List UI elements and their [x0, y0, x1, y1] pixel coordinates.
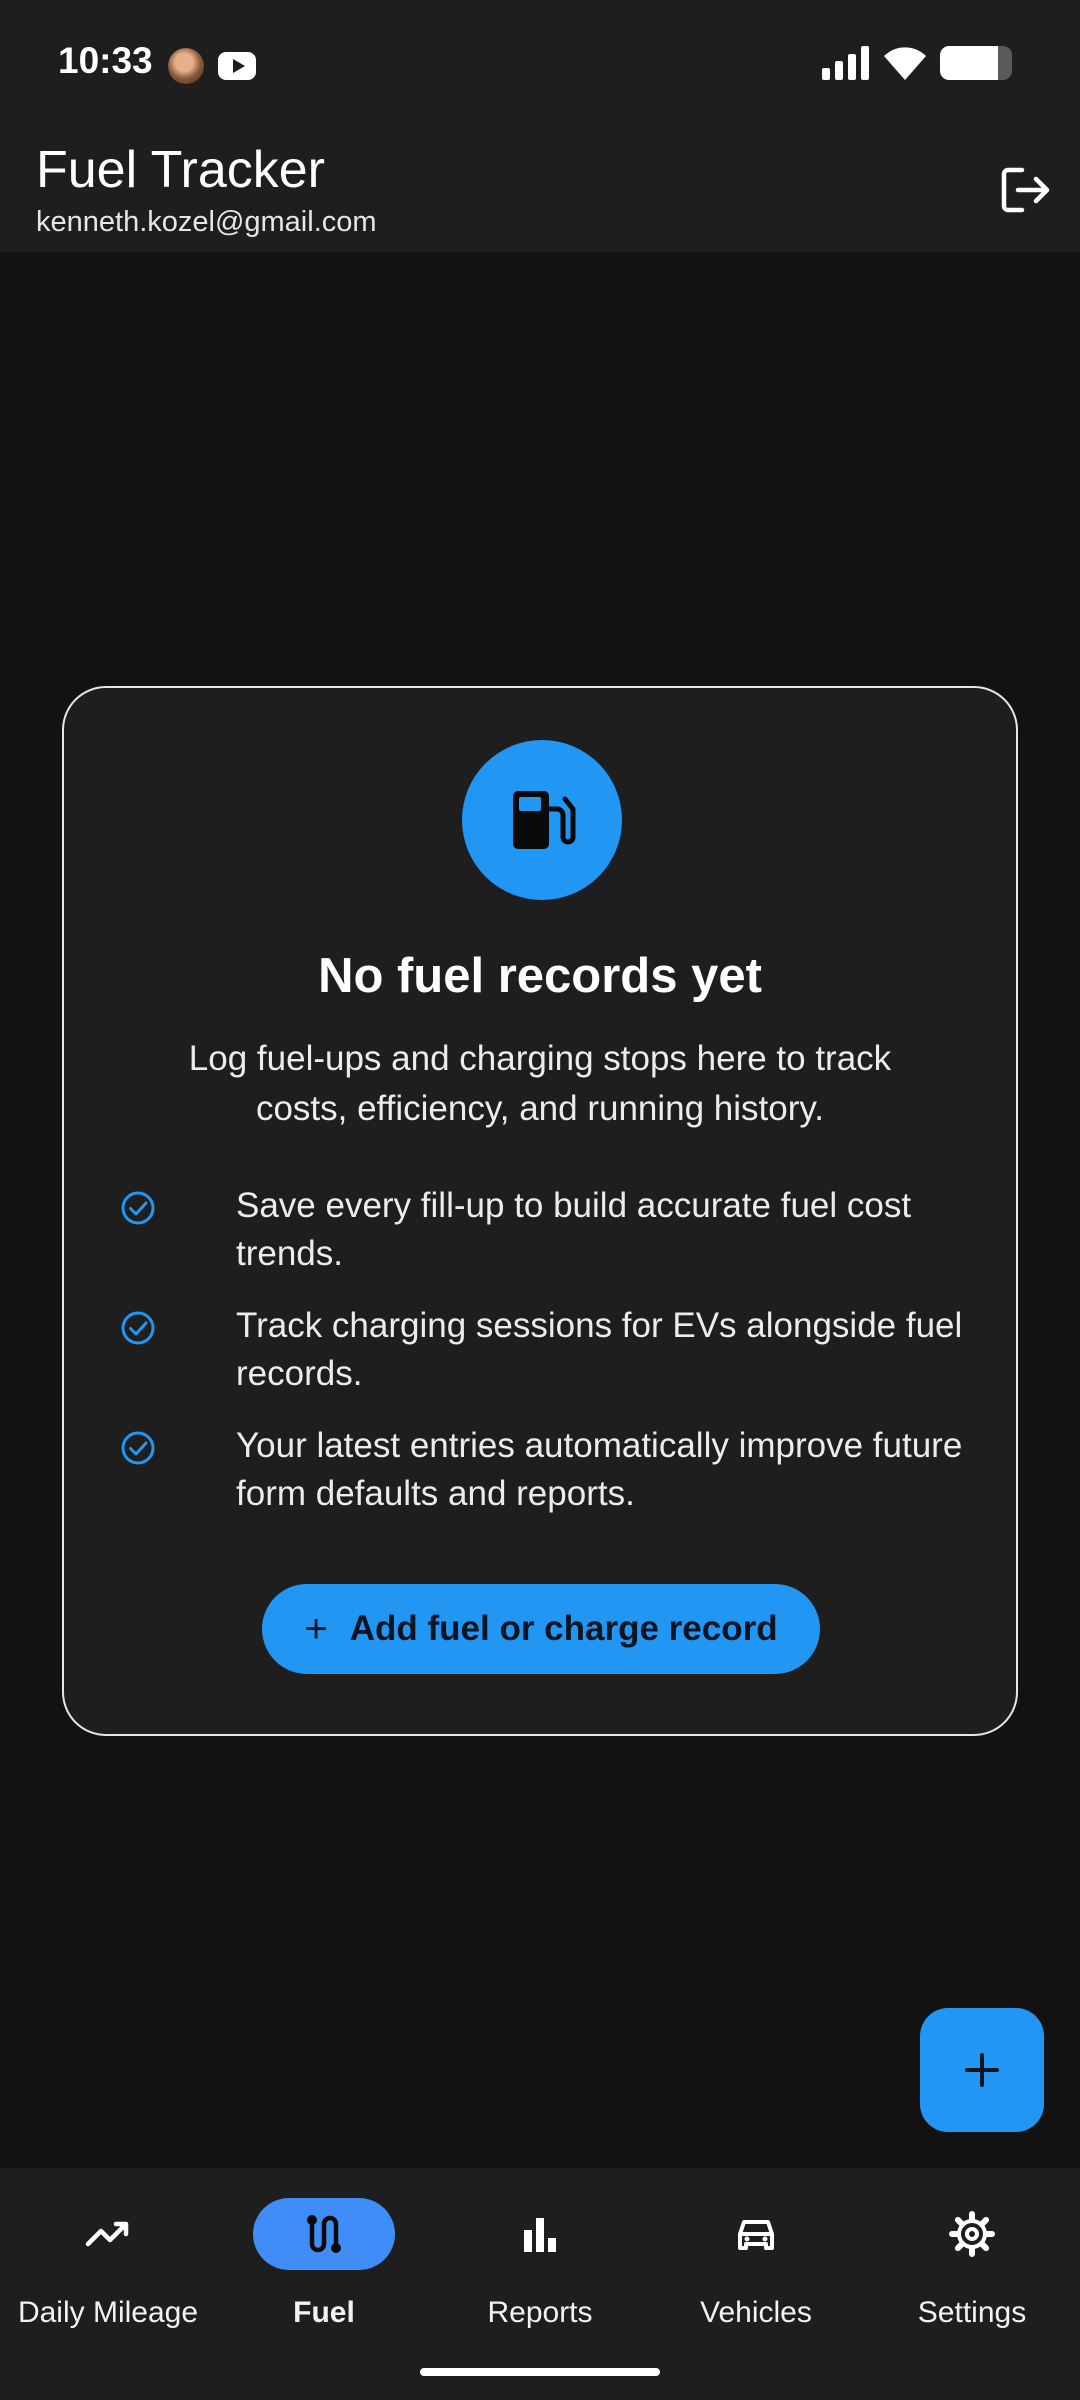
empty-state-description: Log fuel-ups and charging stops here to …	[188, 1039, 892, 1128]
add-record-fab[interactable]	[920, 2008, 1044, 2132]
benefit-item: Track charging sessions for EVs alongsid…	[120, 1302, 970, 1402]
benefit-item: Save every fill-up to build accurate fue…	[120, 1182, 970, 1282]
nav-label: Reports	[487, 2296, 593, 2329]
nav-icon-container	[37, 2198, 179, 2270]
check-circle-icon	[121, 1311, 155, 1345]
screen: 10:33 Fuel Tracker kenneth.kozel@gmail.c…	[0, 0, 1080, 2400]
benefit-item: Your latest entries automatically improv…	[120, 1422, 970, 1522]
status-bar: 10:33	[0, 0, 1080, 130]
benefit-text: Your latest entries automatically improv…	[236, 1426, 963, 1513]
nav-label: Vehicles	[700, 2296, 812, 2329]
nav-icon-container	[685, 2198, 827, 2270]
youtube-notification-icon	[218, 52, 256, 80]
battery-fill	[940, 46, 998, 80]
check-circle-icon	[121, 1431, 155, 1465]
logout-icon[interactable]	[994, 158, 1058, 222]
app-bar: Fuel Tracker kenneth.kozel@gmail.com	[0, 130, 1080, 252]
gear-icon	[949, 2211, 995, 2257]
add-fuel-record-label: Add fuel or charge record	[349, 1609, 778, 1648]
app-title: Fuel Tracker	[36, 141, 325, 199]
empty-state-card: No fuel records yet Log fuel-ups and cha…	[62, 686, 1018, 1736]
bar-chart-icon	[524, 2218, 556, 2252]
nav-icon-container	[901, 2198, 1043, 2270]
benefit-text: Track charging sessions for EVs alongsid…	[236, 1306, 963, 1393]
fuel-icon-badge	[462, 740, 622, 900]
nav-icon-container	[253, 2198, 395, 2270]
battery-icon	[940, 46, 1012, 80]
bottom-navigation: Daily Mileage Fuel Reports Vehicles Sett…	[0, 2168, 1080, 2400]
battery-tip	[1006, 54, 1012, 72]
nav-label: Daily Mileage	[17, 2296, 199, 2329]
benefit-text: Save every fill-up to build accurate fue…	[236, 1186, 912, 1273]
add-fuel-record-button[interactable]: + Add fuel or charge record	[262, 1584, 820, 1674]
empty-state-title: No fuel records yet	[318, 949, 762, 1003]
nav-item-vehicles[interactable]: Vehicles	[648, 2168, 864, 2368]
plus-icon	[965, 2053, 999, 2087]
status-time: 10:33	[58, 40, 153, 81]
home-indicator[interactable]	[420, 2368, 660, 2376]
fuel-pump-icon	[513, 791, 576, 849]
nav-label: Settings	[917, 2296, 1027, 2329]
nav-label: Fuel	[293, 2296, 355, 2329]
check-circle-icon	[121, 1191, 155, 1225]
nav-item-fuel[interactable]: Fuel	[216, 2168, 432, 2368]
nav-icon-container	[469, 2198, 611, 2270]
nav-item-daily-mileage[interactable]: Daily Mileage	[0, 2168, 216, 2368]
cell-signal-icon	[822, 46, 870, 80]
nav-item-settings[interactable]: Settings	[864, 2168, 1080, 2368]
car-icon	[738, 2220, 774, 2250]
account-email: kenneth.kozel@gmail.com	[36, 206, 377, 238]
plus-icon: +	[304, 1607, 328, 1651]
wifi-icon	[884, 47, 926, 80]
notification-avatar-icon	[168, 48, 204, 84]
nav-item-reports[interactable]: Reports	[432, 2168, 648, 2368]
trending-up-icon	[85, 2221, 129, 2247]
route-icon	[307, 2215, 341, 2253]
